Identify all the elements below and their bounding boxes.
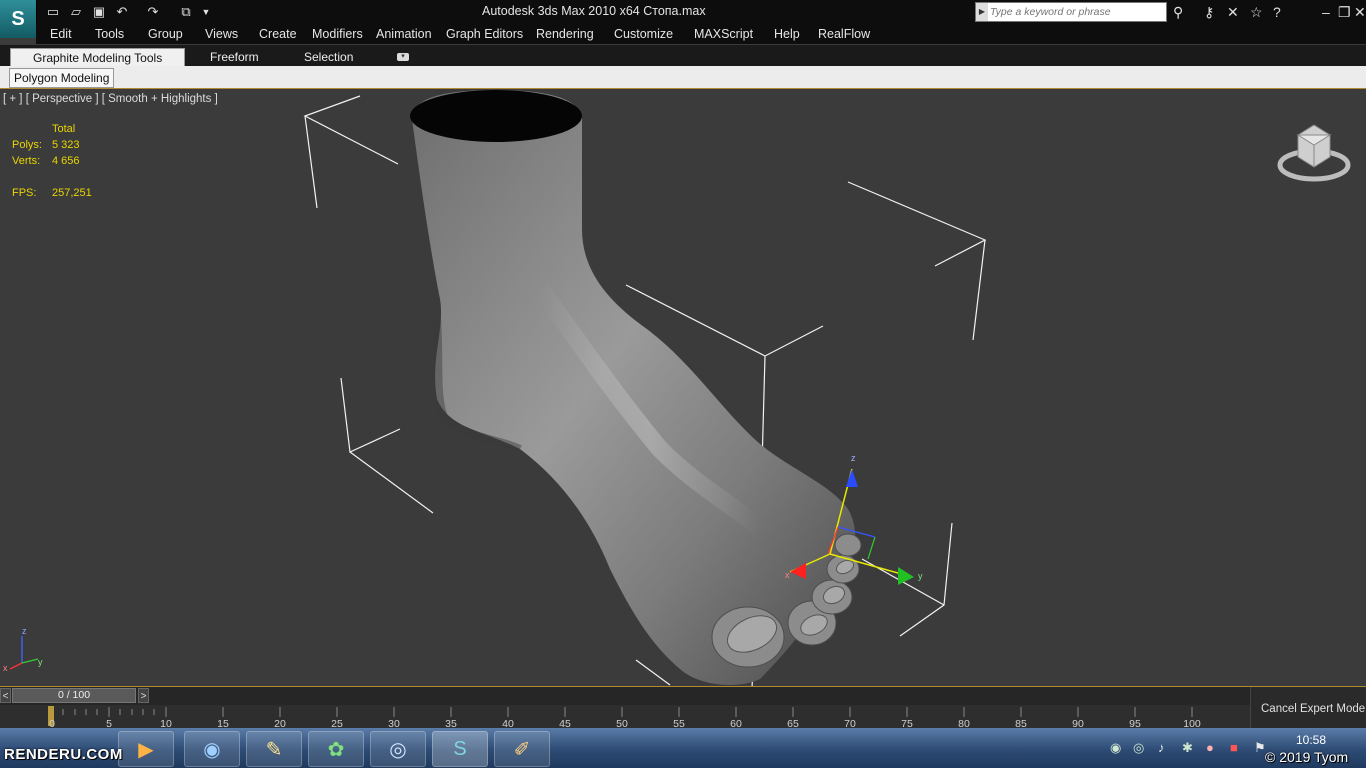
gizmo-y-label: y (918, 571, 923, 581)
key-icon[interactable]: ⚷ (1204, 4, 1214, 20)
stats-polys-value: 5 323 (52, 139, 80, 151)
tray-app-icon[interactable]: ✱ (1182, 740, 1193, 756)
viewport-label[interactable]: [ + ] [ Perspective ] [ Smooth + Highlig… (3, 93, 218, 105)
close-icon[interactable]: ✕ (1354, 4, 1366, 20)
pencil-app-icon[interactable]: ✎ (246, 731, 302, 767)
menu-animation[interactable]: Animation (376, 27, 432, 41)
menu-maxscript[interactable]: MAXScript (694, 27, 753, 41)
menu-modifiers[interactable]: Modifiers (312, 27, 363, 41)
communication-icon[interactable]: ✕ (1227, 4, 1239, 20)
ribbon-minimize-icon[interactable]: ▾ (397, 53, 409, 61)
windows-taskbar: ▶ ◉ ✎ ✿ ◎ S ✐ ◉ ◎ ♪ ✱ ● ■ ⚑ 10:58 (0, 728, 1366, 768)
ribbon-panel-bar: Polygon Modeling (0, 66, 1366, 89)
stats-fps-value: 257,251 (52, 187, 92, 199)
paint-icon[interactable]: ✐ (494, 731, 550, 767)
undo-icon[interactable]: ↶ (114, 4, 130, 20)
help-icon[interactable]: ? (1273, 4, 1281, 20)
tray-network-icon[interactable]: ◉ (1110, 740, 1121, 756)
media-player-icon[interactable]: ▶ (118, 731, 174, 767)
time-slider-bar: < 0 / 100 > (0, 687, 1366, 705)
prev-frame-button[interactable]: < (0, 688, 11, 703)
viewport-scene: z x y z x y (3, 90, 987, 686)
menu-bar: Edit Tools Group Views Create Modifiers … (36, 24, 1366, 44)
cancel-expert-mode-button[interactable]: Cancel Expert Mode (1250, 687, 1366, 728)
copyright-watermark: © 2019 Tyom (1265, 749, 1349, 765)
tab-selection[interactable]: Selection (304, 48, 353, 67)
stats-polys-label: Polys: (12, 139, 42, 151)
stats-verts-label: Verts: (12, 155, 41, 167)
favorites-star-icon[interactable]: ☆ (1250, 4, 1263, 20)
stats-verts-value: 4 656 (52, 155, 80, 167)
cancel-expert-mode-label: Cancel Expert Mode (1261, 703, 1366, 715)
search-input[interactable] (990, 4, 1160, 20)
menu-help[interactable]: Help (774, 27, 800, 41)
tray-record-icon[interactable]: ● (1206, 740, 1214, 755)
menu-rendering[interactable]: Rendering (536, 27, 594, 41)
browser-icon[interactable]: ◉ (184, 731, 240, 767)
menu-edit[interactable]: Edit (50, 27, 72, 41)
save-icon[interactable]: ▣ (91, 4, 107, 20)
track-bar[interactable]: 0 5 10 15 20 25 30 35 40 45 50 55 60 65 … (0, 705, 1250, 730)
3ds-max-app-icon[interactable]: S (0, 0, 37, 38)
viewcube-icon[interactable] (1276, 119, 1352, 185)
menu-group[interactable]: Group (148, 27, 183, 41)
title-bar: ▭ ▱ ▣ ↶ ↷ ⧉ ▼ Autodesk 3ds Max 2010 x64 … (0, 0, 1366, 24)
stats-fps-label: FPS: (12, 187, 37, 199)
axis-z-label: z (22, 626, 27, 636)
next-frame-button[interactable]: > (138, 688, 149, 703)
world-axis-tripod: z x y (3, 626, 43, 673)
menu-tools[interactable]: Tools (95, 27, 124, 41)
3ds-max-icon[interactable]: S (432, 731, 488, 767)
menu-graph-editors[interactable]: Graph Editors (446, 27, 523, 41)
tray-sync-icon[interactable]: ◎ (1133, 740, 1144, 756)
restore-icon[interactable]: ❐ (1338, 4, 1351, 20)
icq-icon[interactable]: ✿ (308, 731, 364, 767)
chrome-icon[interactable]: ◎ (370, 731, 426, 767)
tab-freeform[interactable]: Freeform (210, 48, 259, 67)
gizmo-z-label: z (851, 453, 856, 463)
stats-total-header: Total (52, 123, 76, 135)
project-folder-icon[interactable]: ⧉ (178, 4, 194, 20)
tray-flag-icon[interactable]: ⚑ (1254, 740, 1266, 756)
menu-realflow[interactable]: RealFlow (818, 27, 870, 41)
menu-views[interactable]: Views (205, 27, 238, 41)
tab-graphite-modeling-tools[interactable]: Graphite Modeling Tools (10, 48, 186, 67)
axis-x-label: x (3, 663, 8, 673)
gizmo-x-label: x (785, 570, 790, 580)
axis-y-label: y (38, 657, 43, 667)
menu-customize[interactable]: Customize (614, 27, 673, 41)
minimize-icon[interactable]: – (1322, 4, 1330, 20)
new-file-icon[interactable]: ▭ (45, 4, 61, 20)
window-title: Autodesk 3ds Max 2010 x64 Стопа.max (482, 4, 706, 18)
menu-create[interactable]: Create (259, 27, 297, 41)
taskbar-clock[interactable]: 10:58 (1296, 733, 1326, 747)
polygon-modeling-panel[interactable]: Polygon Modeling (9, 68, 115, 88)
tray-alert-icon[interactable]: ■ (1230, 740, 1238, 755)
perspective-viewport[interactable]: z x y z x y [ + ] [ Perspective ] [ Smoo… (0, 88, 1366, 687)
renderu-logo: RENDERU.COM (4, 746, 123, 763)
redo-icon[interactable]: ↷ (145, 4, 161, 20)
binoculars-icon[interactable]: ⚲ (1173, 4, 1183, 20)
foot-model (410, 90, 862, 685)
search-box[interactable]: ▶ (975, 2, 1167, 22)
tray-volume-icon[interactable]: ♪ (1158, 740, 1165, 755)
open-file-icon[interactable]: ▱ (68, 4, 84, 20)
time-slider[interactable]: 0 / 100 (12, 688, 136, 703)
search-expand-icon[interactable]: ▶ (976, 3, 988, 21)
ribbon-bar: Graphite Modeling Tools Freeform Selecti… (0, 44, 1366, 67)
quick-access-dropdown-icon[interactable]: ▼ (198, 4, 214, 20)
